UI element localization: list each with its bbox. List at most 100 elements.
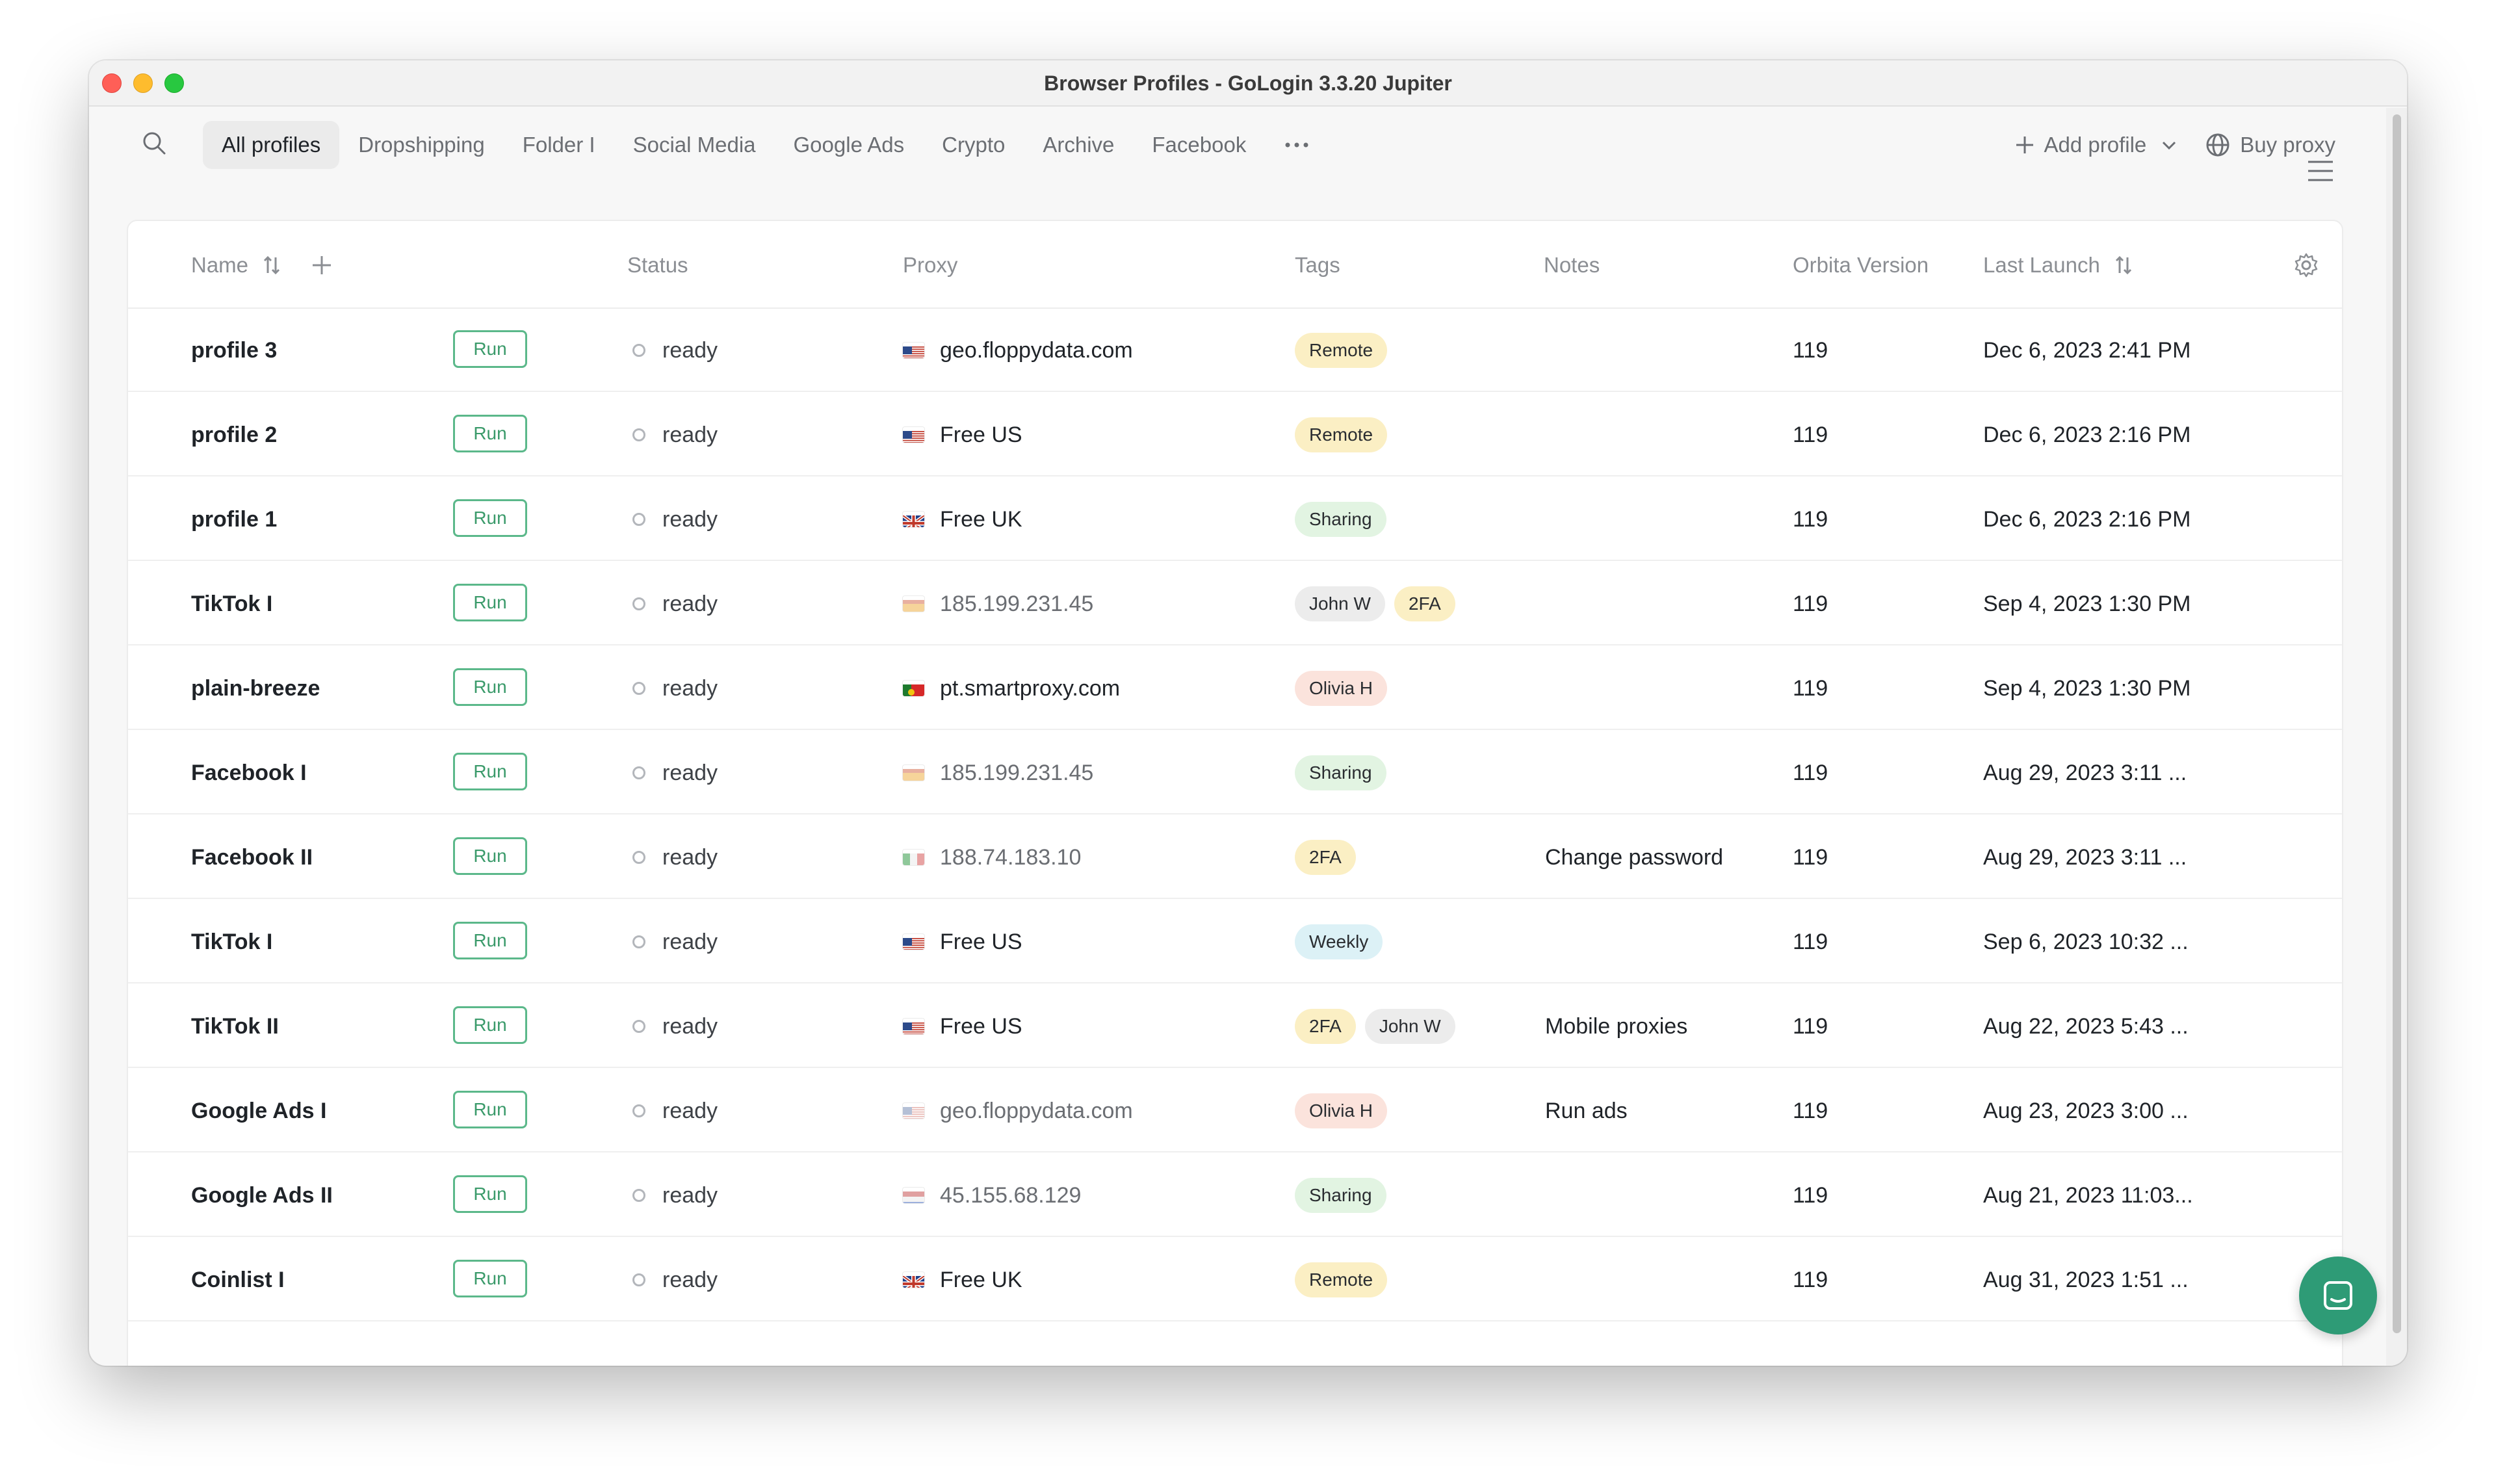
table-row[interactable]: profile 1 Run ready Free UK Sharing 119 Dec 6,… (128, 478, 2342, 561)
tab-google-ads[interactable]: Google Ads (775, 121, 924, 169)
tags-cell[interactable]: Remote (1295, 309, 1388, 392)
tab-crypto[interactable]: Crypto (923, 121, 1024, 169)
menu-button[interactable] (2307, 159, 2334, 186)
profile-name[interactable]: profile 3 (191, 309, 277, 392)
proxy-cell[interactable]: pt.smartproxy.com (903, 647, 1120, 730)
tags-cell[interactable]: Remote (1295, 393, 1388, 476)
column-last-launch[interactable]: Last Launch (1983, 221, 2133, 309)
proxy-cell[interactable]: Free UK (903, 478, 1022, 561)
proxy-cell[interactable]: geo.floppydata.com (903, 309, 1133, 392)
table-row[interactable]: profile 3 Run ready geo.floppydata.com Remot… (128, 309, 2342, 392)
column-name[interactable]: Name (191, 221, 333, 309)
table-row[interactable]: TikTok I Run ready 185.199.231.45 John W 2FA 1… (128, 562, 2342, 645)
column-status[interactable]: Status (627, 221, 688, 309)
tags-cell[interactable]: Weekly (1295, 900, 1383, 983)
proxy-cell[interactable]: Free US (903, 393, 1022, 476)
run-button[interactable]: Run (453, 1260, 527, 1297)
run-button[interactable]: Run (453, 330, 527, 368)
tag-badge[interactable]: Remote (1295, 333, 1388, 368)
tab-dropshipping[interactable]: Dropshipping (339, 121, 503, 169)
more-tabs-button[interactable] (1265, 121, 1329, 169)
sort-icon[interactable] (2114, 255, 2133, 276)
tag-badge[interactable]: Remote (1295, 417, 1388, 452)
profile-name[interactable]: Facebook II (191, 816, 313, 899)
profile-name[interactable]: plain-breeze (191, 647, 320, 730)
tab-all-profiles[interactable]: All profiles (203, 121, 340, 169)
profile-name[interactable]: TikTok I (191, 900, 272, 983)
profile-name[interactable]: Google Ads II (191, 1154, 333, 1237)
scrollbar-thumb[interactable] (2393, 114, 2401, 1333)
chat-support-button[interactable] (2299, 1256, 2377, 1334)
tag-badge[interactable]: Remote (1295, 1262, 1388, 1297)
table-row[interactable]: TikTok I Run ready Free US Weekly 119 Sep 6, 2… (128, 900, 2342, 983)
tags-cell[interactable]: Sharing (1295, 478, 1386, 561)
proxy-cell[interactable]: Free US (903, 985, 1022, 1068)
run-button[interactable]: Run (453, 584, 527, 621)
profile-name[interactable]: Google Ads I (191, 1069, 326, 1152)
notes-cell[interactable]: Change password (1545, 816, 1723, 899)
tab-archive[interactable]: Archive (1024, 121, 1133, 169)
profile-name[interactable]: Coinlist I (191, 1238, 285, 1321)
proxy-cell[interactable]: 45.155.68.129 (903, 1154, 1081, 1237)
table-row[interactable]: Google Ads II Run ready 45.155.68.129 Sharin… (128, 1154, 2342, 1237)
run-button[interactable]: Run (453, 1091, 527, 1128)
tags-cell[interactable]: Sharing (1295, 1154, 1386, 1237)
proxy-cell[interactable]: Free UK (903, 1238, 1022, 1321)
proxy-cell[interactable]: 188.74.183.10 (903, 816, 1081, 899)
table-settings-button[interactable] (2293, 221, 2320, 309)
tags-cell[interactable]: Sharing (1295, 731, 1386, 814)
tags-cell[interactable]: 2FA (1295, 816, 1356, 899)
proxy-cell[interactable]: 185.199.231.45 (903, 562, 1093, 645)
profile-name[interactable]: profile 1 (191, 478, 277, 561)
add-column-icon[interactable] (311, 254, 333, 276)
column-tags[interactable]: Tags (1295, 221, 1340, 309)
tag-badge[interactable]: 2FA (1394, 586, 1455, 621)
run-button[interactable]: Run (453, 668, 527, 706)
tag-badge[interactable]: Olivia H (1295, 671, 1388, 706)
tag-badge[interactable]: John W (1295, 586, 1385, 621)
table-row[interactable]: Facebook II Run ready 188.74.183.10 2FA Chang… (128, 816, 2342, 899)
profile-name[interactable]: profile 2 (191, 393, 277, 476)
tag-badge[interactable]: Olivia H (1295, 1093, 1388, 1128)
buy-proxy-button[interactable]: Buy proxy (2205, 132, 2335, 158)
tags-cell[interactable]: Remote (1295, 1238, 1388, 1321)
profile-name[interactable]: TikTok II (191, 985, 279, 1068)
run-button[interactable]: Run (453, 1006, 527, 1044)
tag-badge[interactable]: John W (1364, 1009, 1455, 1044)
chevron-down-icon[interactable] (2159, 135, 2179, 155)
table-row[interactable]: Facebook I Run ready 185.199.231.45 Sharing 1… (128, 731, 2342, 814)
proxy-cell[interactable]: Free US (903, 900, 1022, 983)
run-button[interactable]: Run (453, 415, 527, 452)
run-button[interactable]: Run (453, 499, 527, 537)
tags-cell[interactable]: 2FA John W (1295, 985, 1455, 1068)
tags-cell[interactable]: Olivia H (1295, 647, 1388, 730)
profile-name[interactable]: Facebook I (191, 731, 307, 814)
proxy-cell[interactable]: geo.floppydata.com (903, 1069, 1133, 1152)
table-row[interactable]: Google Ads I Run ready geo.floppydata.com Ol… (128, 1069, 2342, 1152)
tag-badge[interactable]: Weekly (1295, 924, 1383, 959)
scrollbar[interactable] (2386, 108, 2407, 1366)
column-proxy[interactable]: Proxy (903, 221, 957, 309)
tag-badge[interactable]: 2FA (1295, 1009, 1356, 1044)
tab-facebook[interactable]: Facebook (1133, 121, 1265, 169)
tags-cell[interactable]: Olivia H (1295, 1069, 1388, 1152)
tag-badge[interactable]: 2FA (1295, 840, 1356, 875)
table-row[interactable]: profile 2 Run ready Free US Remote 119 Dec 6, … (128, 393, 2342, 476)
column-notes[interactable]: Notes (1544, 221, 1600, 309)
proxy-cell[interactable]: 185.199.231.45 (903, 731, 1093, 814)
table-row[interactable]: TikTok II Run ready Free US 2FA John W Mobile … (128, 985, 2342, 1068)
column-orbita-version[interactable]: Orbita Version (1793, 221, 1929, 309)
run-button[interactable]: Run (453, 922, 527, 959)
tags-cell[interactable]: John W 2FA (1295, 562, 1455, 645)
run-button[interactable]: Run (453, 753, 527, 790)
tag-badge[interactable]: Sharing (1295, 755, 1386, 790)
tag-badge[interactable]: Sharing (1295, 1178, 1386, 1213)
sort-icon[interactable] (263, 255, 281, 276)
tab-folder-i[interactable]: Folder I (504, 121, 614, 169)
notes-cell[interactable]: Mobile proxies (1545, 985, 1687, 1068)
search-button[interactable] (138, 127, 170, 159)
notes-cell[interactable]: Run ads (1545, 1069, 1628, 1152)
run-button[interactable]: Run (453, 1175, 527, 1213)
table-row[interactable]: Coinlist I Run ready Free UK Remote 119 Aug 31… (128, 1238, 2342, 1321)
add-profile-button[interactable]: Add profile (2014, 133, 2179, 157)
